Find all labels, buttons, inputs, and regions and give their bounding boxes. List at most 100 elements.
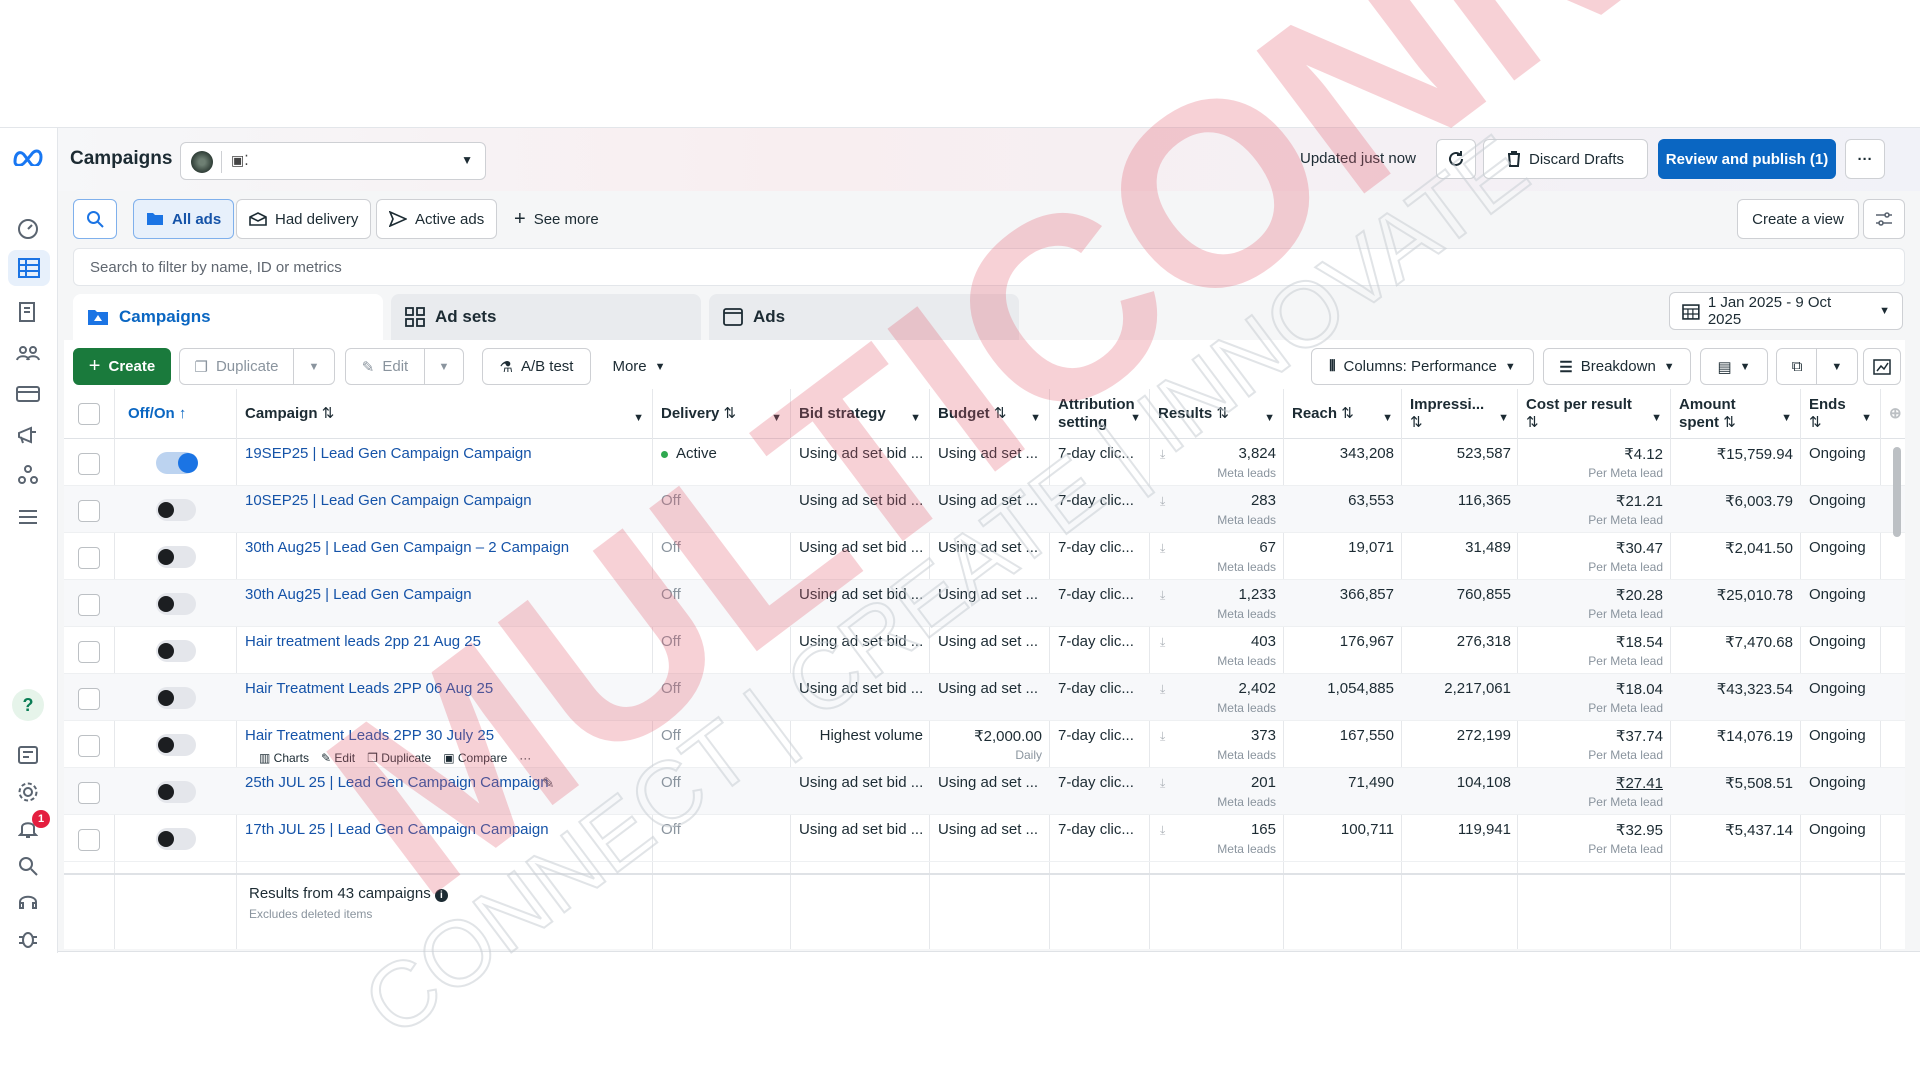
notifications-bell-icon[interactable]: 1 bbox=[15, 810, 50, 842]
view-charts-button[interactable] bbox=[1863, 348, 1901, 385]
col-amount-spent[interactable]: Amount spent ⇅ ▼ bbox=[1670, 389, 1800, 439]
create-button[interactable]: + Create bbox=[73, 348, 171, 385]
support-headset-icon[interactable] bbox=[15, 890, 41, 916]
campaign-name-link[interactable]: 25th JUL 25 | Lead Gen Campaign Campaign bbox=[245, 774, 645, 791]
search-input[interactable]: Search to filter by name, ID or metrics bbox=[73, 248, 1905, 286]
row-checkbox[interactable] bbox=[78, 641, 100, 663]
duplicate-dropdown[interactable]: ▼ bbox=[293, 348, 335, 385]
rename-pencil-icon[interactable]: ✎ bbox=[542, 774, 555, 792]
campaign-name-link[interactable]: 19SEP25 | Lead Gen Campaign Campaign bbox=[245, 445, 645, 462]
report-bug-icon[interactable] bbox=[15, 926, 41, 952]
campaign-toggle[interactable] bbox=[156, 640, 196, 662]
row-checkbox[interactable] bbox=[78, 453, 100, 475]
filter-active-ads[interactable]: Active ads bbox=[376, 199, 498, 239]
business-suite-icon[interactable] bbox=[15, 462, 41, 488]
row-more-button[interactable]: ··· bbox=[519, 751, 531, 765]
search-icon[interactable] bbox=[15, 853, 41, 879]
campaign-name-link[interactable]: 10SEP25 | Lead Gen Campaign Campaign bbox=[245, 492, 645, 509]
campaign-toggle[interactable] bbox=[156, 499, 196, 521]
refresh-button[interactable] bbox=[1436, 139, 1476, 179]
see-more-filters-button[interactable]: + See more bbox=[502, 199, 611, 239]
ad-account-selector[interactable]: ▣⁚ ▼ bbox=[180, 142, 486, 180]
ab-test-button[interactable]: ⚗ A/B test bbox=[482, 348, 591, 385]
row-edit-link[interactable]: ✎ Edit bbox=[321, 751, 355, 765]
select-all-checkbox[interactable] bbox=[78, 403, 100, 425]
campaign-toggle[interactable] bbox=[156, 546, 196, 568]
campaign-name-link[interactable]: 30th Aug25 | Lead Gen Campaign bbox=[245, 586, 645, 603]
news-feed-icon[interactable] bbox=[15, 742, 41, 768]
more-actions-button[interactable]: More ▼ bbox=[604, 348, 674, 385]
duplicate-button[interactable]: ❐ Duplicate bbox=[179, 348, 294, 385]
campaign-toggle[interactable] bbox=[156, 734, 196, 756]
download-icon[interactable]: ⤓ bbox=[1160, 729, 1165, 744]
col-ends[interactable]: Ends ⇅ ▼ bbox=[1800, 389, 1880, 439]
campaign-toggle[interactable] bbox=[156, 452, 198, 474]
discard-drafts-button[interactable]: Discard Drafts bbox=[1483, 139, 1648, 179]
download-icon[interactable]: ⤓ bbox=[1160, 447, 1165, 462]
row-duplicate-link[interactable]: ❐ Duplicate bbox=[367, 751, 431, 765]
reports-icon[interactable] bbox=[15, 300, 41, 326]
overview-gauge-icon[interactable] bbox=[15, 216, 41, 242]
tab-campaigns[interactable]: Campaigns bbox=[73, 294, 383, 340]
row-checkbox[interactable] bbox=[78, 829, 100, 851]
review-and-publish-button[interactable]: Review and publish (1) bbox=[1658, 139, 1836, 179]
col-off-on[interactable]: Off/On ↑ bbox=[114, 389, 236, 439]
col-attribution[interactable]: Attribution setting ▼ bbox=[1049, 389, 1149, 439]
col-reach[interactable]: Reach ⇅ ▼ bbox=[1283, 389, 1401, 439]
table-row[interactable]: 30th Aug25 | Lead Gen Campaign Off Using a… bbox=[64, 580, 1905, 627]
add-column-icon[interactable]: ⊕ bbox=[1880, 389, 1905, 439]
row-checkbox[interactable] bbox=[78, 500, 100, 522]
tab-ad-sets[interactable]: Ad sets bbox=[391, 294, 701, 340]
edit-dropdown[interactable]: ▼ bbox=[424, 348, 464, 385]
reports-export-button[interactable]: ▤ ▼ bbox=[1700, 348, 1768, 385]
billing-card-icon[interactable] bbox=[15, 381, 41, 407]
col-bid-strategy[interactable]: Bid strategy ▼ bbox=[790, 389, 929, 439]
campaign-toggle[interactable] bbox=[156, 593, 196, 615]
meta-logo-icon[interactable] bbox=[12, 144, 44, 170]
row-checkbox[interactable] bbox=[78, 547, 100, 569]
col-impressions[interactable]: Impressi... ⇅ ▼ bbox=[1401, 389, 1517, 439]
edit-button[interactable]: ✎ Edit bbox=[345, 348, 425, 385]
campaign-toggle[interactable] bbox=[156, 687, 196, 709]
download-icon[interactable]: ⤓ bbox=[1160, 682, 1165, 697]
filter-all-ads[interactable]: All ads bbox=[133, 199, 235, 239]
campaign-name-link[interactable]: Hair Treatment Leads 2PP 06 Aug 25 bbox=[245, 680, 645, 697]
campaign-name-link[interactable]: 30th Aug25 | Lead Gen Campaign – 2 Campa… bbox=[245, 539, 645, 556]
col-delivery[interactable]: Delivery ⇅ ▼ bbox=[652, 389, 790, 439]
info-icon[interactable]: i bbox=[434, 889, 448, 902]
megaphone-icon[interactable] bbox=[15, 422, 41, 448]
row-checkbox[interactable] bbox=[78, 735, 100, 757]
tab-ads[interactable]: Ads bbox=[709, 294, 1019, 340]
more-options-button[interactable]: ··· bbox=[1845, 139, 1885, 179]
campaign-toggle[interactable] bbox=[156, 781, 196, 803]
settings-gear-icon[interactable] bbox=[15, 779, 41, 805]
download-icon[interactable]: ⤓ bbox=[1160, 494, 1165, 509]
breakdown-selector[interactable]: ☰ Breakdown ▼ bbox=[1543, 348, 1691, 385]
table-row[interactable]: 25th JUL 25 | Lead Gen Campaign Campaign… bbox=[64, 768, 1905, 815]
help-icon[interactable]: ? bbox=[12, 689, 44, 721]
col-campaign[interactable]: Campaign ⇅ ▼ bbox=[236, 389, 652, 439]
col-results[interactable]: Results ⇅ ▼ bbox=[1149, 389, 1283, 439]
row-checkbox[interactable] bbox=[78, 688, 100, 710]
table-row[interactable]: Hair treatment leads 2pp 21 Aug 25 Off Usi… bbox=[64, 627, 1905, 674]
download-icon[interactable]: ⤓ bbox=[1160, 823, 1165, 838]
create-view-button[interactable]: Create a view bbox=[1737, 199, 1859, 239]
download-icon[interactable]: ⤓ bbox=[1160, 588, 1165, 603]
table-row[interactable]: Hair Treatment Leads 2PP 30 July 25 ▥ Cha… bbox=[64, 721, 1905, 768]
all-tools-menu-icon[interactable] bbox=[15, 504, 41, 530]
view-settings-button[interactable] bbox=[1863, 199, 1905, 239]
row-checkbox[interactable] bbox=[78, 594, 100, 616]
campaign-name-link[interactable]: 17th JUL 25 | Lead Gen Campaign Campaign bbox=[245, 821, 645, 838]
row-compare-link[interactable]: ▣ Compare bbox=[443, 751, 507, 765]
campaigns-table-icon[interactable] bbox=[8, 250, 50, 286]
download-icon[interactable]: ⤓ bbox=[1160, 541, 1165, 556]
table-row[interactable]: 10SEP25 | Lead Gen Campaign Campaign Off U… bbox=[64, 486, 1905, 533]
export-button[interactable]: ⧉ ▼ bbox=[1776, 348, 1858, 385]
campaign-toggle[interactable] bbox=[156, 828, 196, 850]
col-budget[interactable]: Budget ⇅ ▼ bbox=[929, 389, 1049, 439]
table-scrollbar[interactable] bbox=[1893, 447, 1901, 537]
search-toggle-button[interactable] bbox=[73, 199, 117, 239]
campaign-name-link[interactable]: Hair treatment leads 2pp 21 Aug 25 bbox=[245, 633, 645, 650]
row-charts-link[interactable]: ▥ Charts bbox=[259, 751, 309, 765]
columns-selector[interactable]: ⫴ Columns: Performance ▼ bbox=[1311, 348, 1534, 385]
